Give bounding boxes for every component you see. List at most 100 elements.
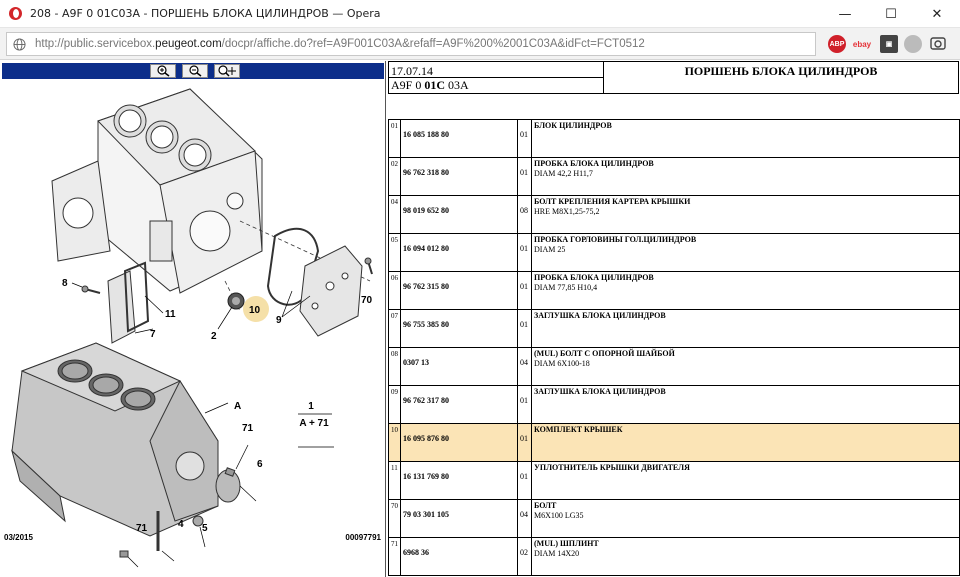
zoom-in-icon: [157, 65, 170, 77]
part-reference[interactable]: 98 019 652 80: [400, 195, 518, 234]
part-number: 07: [388, 309, 401, 348]
part-quantity: 01: [517, 309, 532, 348]
ebay-icon[interactable]: ebay: [853, 35, 871, 53]
window-controls: — ☐ ✕: [822, 0, 960, 28]
gray-extension-icon[interactable]: [904, 35, 922, 53]
assembly-label-bottom: A + 71: [299, 418, 329, 429]
zoom-out-icon: [189, 65, 202, 77]
part-reference[interactable]: 16 094 012 80: [400, 233, 518, 272]
part-quantity: 01: [517, 385, 532, 424]
part-reference[interactable]: 16 085 188 80: [400, 119, 518, 158]
callout-label: 70: [361, 295, 373, 306]
part-reference[interactable]: 96 762 317 80: [400, 385, 518, 424]
part-number: 06: [388, 271, 401, 310]
part-quantity: 01: [517, 461, 532, 500]
part-description: (MUL) ШПЛИНТ DIAM 14X20: [531, 537, 960, 576]
part-number: 70: [388, 499, 401, 538]
address-bar: http://public.servicebox.peugeot.com/doc…: [0, 28, 960, 60]
part-description: БОЛТ КРЕПЛЕНИЯ КАРТЕРА КРЫШКИ HRE M8X1,25…: [531, 195, 960, 234]
parts-table: 01 16 085 188 80 01 БЛОК ЦИЛИНДРОВ 02 96 762 …: [388, 119, 960, 576]
front-cover: [107, 261, 150, 344]
part-number: 11: [388, 461, 401, 500]
parts-row[interactable]: 04 98 019 652 80 08 БОЛТ КРЕПЛЕНИЯ КАРТЕРА …: [388, 195, 960, 234]
parts-row[interactable]: 71 6968 36 02 (MUL) ШПЛИНТ DIAM 14X20: [388, 537, 960, 576]
part-quantity: 01: [517, 157, 532, 196]
lower-cylinder-block: [11, 342, 219, 537]
header-date: 17.07.14: [391, 64, 433, 78]
part-reference[interactable]: 79 03 301 105: [400, 499, 518, 538]
parts-row[interactable]: 10 16 095 876 80 01 КОМПЛЕКТ КРЫШЕК: [388, 423, 960, 462]
parts-row[interactable]: 02 96 762 318 80 01 ПРОБКА БЛОКА ЦИЛИНДРОВ D…: [388, 157, 960, 196]
part-number: 09: [388, 385, 401, 424]
callout-label: 5: [202, 523, 208, 534]
callout-label: 71: [136, 523, 148, 534]
side-cover: [299, 245, 363, 337]
part-quantity: 01: [517, 233, 532, 272]
part-number: 08: [388, 347, 401, 386]
part-description: ЗАГЛУШКА БЛОКА ЦИЛИНДРОВ: [531, 309, 960, 348]
part-reference[interactable]: 96 762 318 80: [400, 157, 518, 196]
part-quantity: 01: [517, 271, 532, 310]
adblock-plus-icon[interactable]: ABP: [828, 35, 846, 53]
part-number: 10: [388, 423, 401, 462]
globe-icon: [13, 37, 26, 51]
snapshot-icon[interactable]: [929, 35, 947, 53]
part-reference[interactable]: 0307 13: [400, 347, 518, 386]
parts-row[interactable]: 07 96 755 385 80 01 ЗАГЛУШКА БЛОКА ЦИЛИНДРО…: [388, 309, 960, 348]
parts-row[interactable]: 05 16 094 012 80 01 ПРОБКА ГОРЛОВИНЫ ГОЛ.ЦИ…: [388, 233, 960, 272]
window-title: 208 - A9F 0 01C03A - ПОРШЕНЬ БЛОКА ЦИЛИН…: [30, 7, 381, 20]
exploded-view-diagram: 8 11 7 2 10 9 70 A 71 6 71 4 5 1 A + 71: [11, 88, 373, 568]
part-reference[interactable]: 16 131 769 80: [400, 461, 518, 500]
callout-label: 10: [249, 305, 261, 316]
zoom-pan-button[interactable]: [214, 64, 240, 78]
part-description: ПРОБКА БЛОКА ЦИЛИНДРОВ DIAM 77,85 H10,4: [531, 271, 960, 310]
callout-label: 11: [165, 309, 176, 320]
parts-row[interactable]: 09 96 762 317 80 01 ЗАГЛУШКА БЛОКА ЦИЛИНДРО…: [388, 385, 960, 424]
upper-cylinder-block: [51, 88, 263, 294]
part-number: 05: [388, 233, 401, 272]
part-description: КОМПЛЕКТ КРЫШЕК: [531, 423, 960, 462]
extension-icon[interactable]: ▣: [880, 35, 898, 53]
maximize-button[interactable]: ☐: [868, 0, 914, 28]
part-description: БОЛТ M6X100 LG35: [531, 499, 960, 538]
part-description: ПРОБКА ГОРЛОВИНЫ ГОЛ.ЦИЛИНДРОВ DIAM 25: [531, 233, 960, 272]
parts-row[interactable]: 06 96 762 315 80 01 ПРОБКА БЛОКА ЦИЛИНДРОВ D…: [388, 271, 960, 310]
close-button[interactable]: ✕: [914, 0, 960, 28]
parts-row[interactable]: 70 79 03 301 105 04 БОЛТ M6X100 LG35: [388, 499, 960, 538]
zoom-out-button[interactable]: [182, 64, 208, 78]
part-quantity: 02: [517, 537, 532, 576]
zoom-pan-icon: [218, 65, 236, 77]
header-code: A9F 0 01C 03A: [391, 78, 469, 92]
catalog-header: 17.07.14 A9F 0 01C 03A ПОРШЕНЬ БЛОКА ЦИЛ…: [387, 61, 960, 95]
callout-label: 6: [257, 459, 263, 470]
part-number: 04: [388, 195, 401, 234]
url-text[interactable]: http://public.servicebox.peugeot.com/doc…: [35, 38, 645, 50]
parts-row[interactable]: 01 16 085 188 80 01 БЛОК ЦИЛИНДРОВ: [388, 119, 960, 158]
header-title: ПОРШЕНЬ БЛОКА ЦИЛИНДРОВ: [604, 61, 959, 94]
part-reference[interactable]: 96 762 315 80: [400, 271, 518, 310]
url-field[interactable]: http://public.servicebox.peugeot.com/doc…: [6, 32, 816, 56]
diagram-code: 00097791: [345, 533, 381, 542]
opera-icon: [9, 7, 22, 20]
zoom-in-button[interactable]: [150, 64, 176, 78]
diagram-toolbar: [2, 63, 384, 79]
diagram-date: 03/2015: [4, 533, 33, 542]
part-reference[interactable]: 16 095 876 80: [400, 423, 518, 462]
part-quantity: 04: [517, 347, 532, 386]
callout-label: A: [234, 401, 241, 412]
part-quantity: 01: [517, 119, 532, 158]
part-number: 71: [388, 537, 401, 576]
callout-label: 4: [178, 519, 184, 530]
callout-label: 71: [242, 423, 254, 434]
part-number: 01: [388, 119, 401, 158]
parts-row[interactable]: 11 16 131 769 80 01 УПЛОТНИТЕЛЬ КРЫШКИ ДВИГ…: [388, 461, 960, 500]
minimize-button[interactable]: —: [822, 0, 868, 28]
callout-label: 7: [150, 329, 156, 340]
part-number: 02: [388, 157, 401, 196]
part-reference[interactable]: 96 755 385 80: [400, 309, 518, 348]
callout-label: 8: [62, 278, 68, 289]
part-reference[interactable]: 6968 36: [400, 537, 518, 576]
parts-row[interactable]: 08 0307 13 04 (MUL) БОЛТ С ОПОРНОЙ ШАЙБОЙ DI…: [388, 347, 960, 386]
callout-label: 9: [276, 315, 282, 326]
assembly-label-top: 1: [308, 401, 314, 412]
